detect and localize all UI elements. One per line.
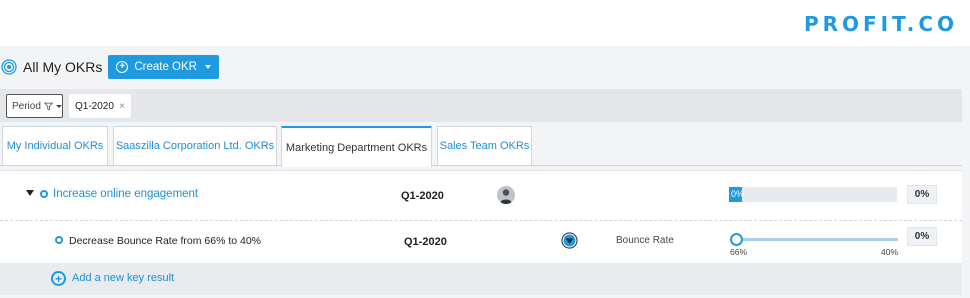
objective-row: Increase online engagement Q1-2020 0% 0% xyxy=(0,171,962,221)
objective-title[interactable]: Increase online engagement xyxy=(53,188,198,200)
target-icon xyxy=(1,59,17,75)
chevron-down-icon xyxy=(204,65,211,69)
slider-target-value: 40% xyxy=(881,247,899,257)
add-circle-icon[interactable]: + xyxy=(51,271,66,286)
period-filter-button[interactable]: Period xyxy=(6,94,63,118)
key-result-period: Q1-2020 xyxy=(404,236,447,248)
period-chip: Q1-2020 × xyxy=(69,94,131,118)
okr-workspace: All My OKRs + Create OKR Period Q1-2020 … xyxy=(0,46,970,298)
metric-name: Bounce Rate xyxy=(616,235,674,246)
create-okr-button[interactable]: + Create OKR xyxy=(108,55,219,79)
slider-handle[interactable] xyxy=(730,233,743,246)
filter-bar: Period Q1-2020 × xyxy=(0,89,962,122)
profit-co-logo: PROFIT.CO xyxy=(803,12,958,36)
period-filter-label: Period xyxy=(12,100,41,112)
period-chip-value: Q1-2020 xyxy=(75,100,114,112)
objective-bullet-icon xyxy=(40,190,48,198)
key-result-row: Decrease Bounce Rate from 66% to 40% Q1-… xyxy=(0,221,962,263)
objective-progress-label: 0% xyxy=(731,189,745,199)
objective-progress-bar: 0% xyxy=(729,187,897,202)
page-title-bar: All My OKRs + Create OKR xyxy=(0,54,219,80)
key-result-slider-track[interactable] xyxy=(735,238,898,241)
key-result-score-badge: 0% xyxy=(907,227,937,246)
okr-tabs: My Individual OKRs Saaszilla Corporation… xyxy=(0,126,962,167)
remove-chip-icon[interactable]: × xyxy=(119,101,125,112)
avatar[interactable] xyxy=(497,186,515,204)
create-okr-label: Create OKR xyxy=(134,61,197,73)
funnel-icon xyxy=(43,102,53,111)
tab-marketing-department-okrs[interactable]: Marketing Department OKRs xyxy=(281,126,432,167)
brand-header: PROFIT.CO xyxy=(0,0,970,46)
tab-saaszilla-corporation-okrs[interactable]: Saaszilla Corporation Ltd. OKRs xyxy=(113,126,277,165)
key-result-bullet-icon xyxy=(55,236,63,244)
objective-score-badge: 0% xyxy=(907,185,937,204)
add-key-result-row[interactable]: + Add a new key result xyxy=(0,263,962,295)
person-icon xyxy=(497,186,515,204)
collapse-caret-icon[interactable] xyxy=(26,190,34,196)
key-result-title[interactable]: Decrease Bounce Rate from 66% to 40% xyxy=(69,235,261,247)
objective-period: Q1-2020 xyxy=(401,190,444,202)
page-title: All My OKRs xyxy=(23,59,103,75)
tab-my-individual-okrs[interactable]: My Individual OKRs xyxy=(2,126,108,165)
chevron-down-icon xyxy=(56,104,62,108)
add-key-result-link[interactable]: Add a new key result xyxy=(72,272,174,284)
slider-start-value: 66% xyxy=(730,247,748,257)
okr-list-panel: Increase online engagement Q1-2020 0% 0%… xyxy=(0,170,962,295)
tab-sales-team-okrs[interactable]: Sales Team OKRs xyxy=(437,126,532,165)
decrease-direction-icon[interactable] xyxy=(561,232,578,249)
plus-circle-icon: + xyxy=(116,61,129,73)
